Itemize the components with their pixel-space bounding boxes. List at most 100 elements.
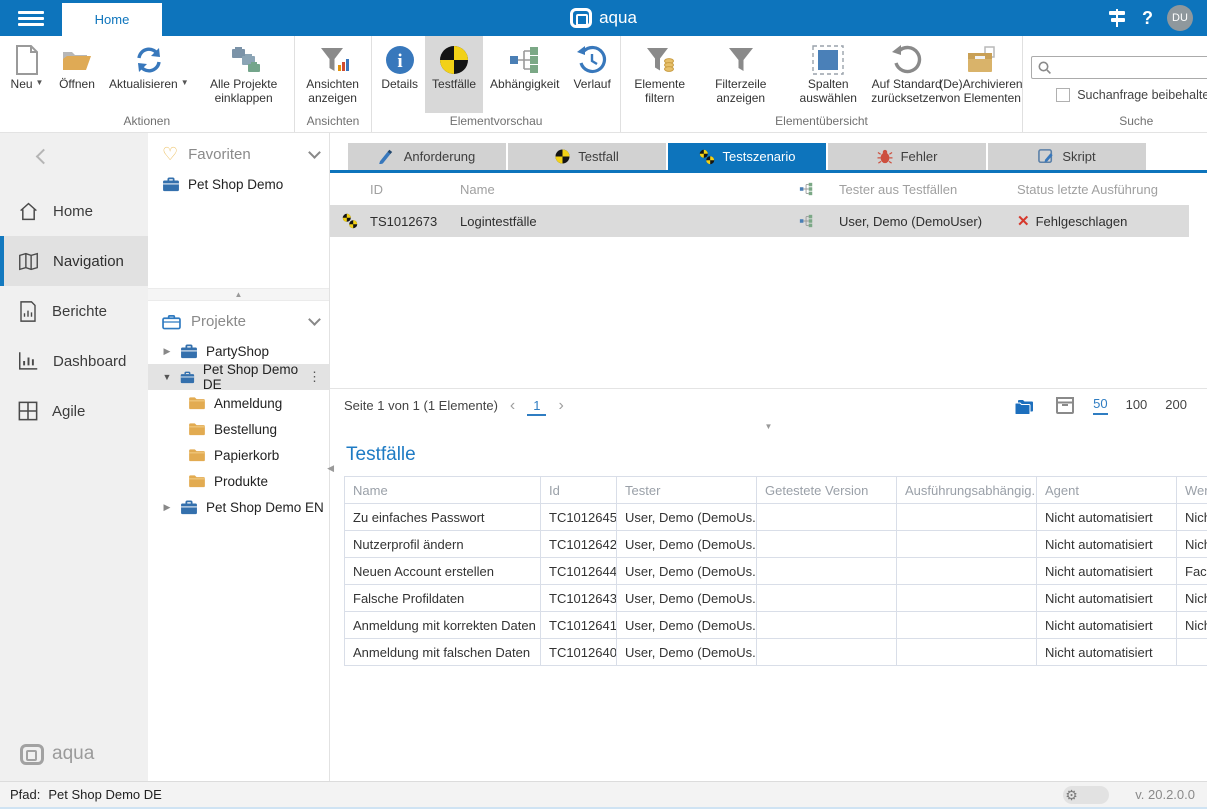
sidebar-collapse-icon[interactable] — [36, 149, 52, 165]
tab-fehler[interactable]: Fehler — [828, 143, 986, 170]
prev-page-icon[interactable]: ‹ — [506, 397, 519, 415]
testcase-id-link[interactable]: TC1012643 — [541, 585, 617, 612]
projects-panel: Projekte ▶ PartyShop ▼ Pet Shop Demo DE … — [148, 301, 329, 520]
col-id[interactable]: ID — [370, 182, 460, 197]
spalten-auswaehlen-button[interactable]: Spalten auswählen — [785, 36, 872, 113]
abhaengigkeit-button[interactable]: Abhängigkeit — [483, 36, 566, 113]
user-avatar[interactable]: DU — [1167, 5, 1193, 31]
briefcase-outline-icon — [162, 314, 181, 330]
failed-x-icon: ✕ — [1017, 212, 1030, 230]
col-id[interactable]: Id — [541, 477, 617, 504]
elemente-filtern-button[interactable]: Elemente filtern — [623, 36, 697, 113]
hamburger-menu-icon[interactable] — [0, 0, 62, 36]
testfaelle-button[interactable]: Testfälle — [425, 36, 483, 113]
favorites-title: Favoriten — [188, 146, 251, 163]
tab-testfall[interactable]: Testfall — [508, 143, 666, 170]
group-label-aktionen: Aktionen — [2, 113, 292, 132]
tab-skript[interactable]: Skript — [988, 143, 1146, 170]
archive-small-icon[interactable] — [1055, 396, 1075, 415]
kebab-menu-icon[interactable]: ⋮ — [308, 369, 321, 385]
ribbon-toolbar: Neu▼ Öffnen Aktualisieren▼ — [0, 36, 1207, 133]
signpost-icon[interactable] — [1106, 8, 1128, 28]
col-name[interactable]: Name — [460, 182, 773, 197]
col-tester[interactable]: Tester — [617, 477, 757, 504]
search-box[interactable]: ▼ — [1031, 56, 1207, 79]
table-row[interactable]: Anmeldung mit falschen DatenTC1012640Use… — [345, 639, 1207, 666]
col-wer[interactable]: Wer — [1177, 477, 1207, 504]
vertical-splitter-handle[interactable]: ◀ — [327, 463, 334, 474]
expander-collapsed-icon[interactable]: ▶ — [162, 502, 172, 513]
path-label: Pfad: — [10, 787, 40, 802]
help-icon[interactable]: ? — [1142, 8, 1153, 29]
tab-testszenario[interactable]: Testszenario — [668, 143, 826, 170]
details-button[interactable]: i Details — [374, 36, 425, 113]
table-row[interactable]: Nutzerprofil ändernTC1012642User, Demo (… — [345, 531, 1207, 558]
filterzeile-anzeigen-button[interactable]: Filterzeile anzeigen — [697, 36, 785, 113]
briefcase-icon — [180, 370, 195, 385]
oeffnen-button[interactable]: Öffnen — [52, 36, 102, 113]
testcase-id-link[interactable]: TC1012640 — [541, 639, 617, 666]
table-row[interactable]: Neuen Account erstellenTC1012644User, De… — [345, 558, 1207, 585]
heart-icon: ♡ — [162, 145, 178, 163]
col-tester[interactable]: Tester aus Testfällen — [839, 182, 1017, 197]
verlauf-button[interactable]: Verlauf — [566, 36, 617, 113]
table-row[interactable]: Zu einfaches PasswortTC1012645User, Demo… — [345, 504, 1207, 531]
testcase-id-link[interactable]: TC1012641 — [541, 612, 617, 639]
tree-item-anmeldung[interactable]: Anmeldung — [148, 390, 329, 416]
col-agent[interactable]: Agent — [1037, 477, 1177, 504]
page-size-200[interactable]: 200 — [1165, 397, 1187, 414]
next-page-icon[interactable]: › — [554, 397, 567, 415]
ansichten-anzeigen-button[interactable]: Ansichten anzeigen — [297, 36, 369, 113]
expander-expanded-icon[interactable]: ▼ — [162, 372, 172, 382]
auf-standard-zuruecksetzen-button[interactable]: Auf Standard zurücksetzen — [872, 36, 942, 113]
chevron-down-icon[interactable] — [308, 313, 321, 326]
table-row[interactable]: Anmeldung mit korrekten DatenTC1012641Us… — [345, 612, 1207, 639]
copy-folders-icon[interactable] — [1013, 396, 1037, 416]
new-file-icon — [14, 42, 40, 78]
sidebar-item-dashboard[interactable]: Dashboard — [0, 336, 148, 386]
crash-test-icon — [555, 149, 570, 164]
sidebar-item-berichte[interactable]: Berichte — [0, 286, 148, 336]
sidebar-item-agile[interactable]: Agile — [0, 386, 148, 436]
collapse-projects-icon — [226, 42, 262, 78]
page-number[interactable]: 1 — [527, 396, 546, 416]
alle-projekte-einklappen-button[interactable]: Alle Projekte einklappen — [196, 36, 292, 113]
tree-item-produkte[interactable]: Produkte — [148, 468, 329, 494]
page-size-100[interactable]: 100 — [1126, 397, 1148, 414]
keep-search-checkbox[interactable] — [1056, 88, 1070, 102]
chevron-down-icon[interactable] — [308, 146, 321, 159]
page-size-50[interactable]: 50 — [1093, 396, 1107, 415]
favorite-item-pet-shop-demo[interactable]: Pet Shop Demo — [148, 171, 329, 197]
search-input[interactable] — [1057, 61, 1207, 75]
col-dependency[interactable]: Ausführungsabhängig... — [897, 477, 1037, 504]
scenario-status: Fehlgeschlagen — [1036, 214, 1128, 229]
sidebar-item-home[interactable]: Home — [0, 186, 148, 236]
views-filter-icon — [317, 42, 349, 78]
horizontal-splitter[interactable]: ▼ — [330, 422, 1207, 434]
table-row[interactable]: Falsche ProfildatenTC1012643User, Demo (… — [345, 585, 1207, 612]
horizontal-splitter[interactable]: ▲ — [148, 288, 329, 301]
scenario-row[interactable]: TS1012673 Logintestfälle User, Demo (Dem… — [330, 205, 1189, 237]
testcase-id-link[interactable]: TC1012644 — [541, 558, 617, 585]
tree-item-partyshop[interactable]: ▶ PartyShop — [148, 338, 329, 364]
tree-item-bestellung[interactable]: Bestellung — [148, 416, 329, 442]
tab-anforderung[interactable]: Anforderung — [348, 143, 506, 170]
settings-toggle[interactable]: ⚙ — [1063, 786, 1109, 804]
expander-collapsed-icon[interactable]: ▶ — [162, 346, 172, 357]
aktualisieren-button[interactable]: Aktualisieren▼ — [102, 36, 196, 113]
tree-item-pet-shop-demo-de[interactable]: ▼ Pet Shop Demo DE ⋮ — [148, 364, 329, 390]
scenario-id: TS1012673 — [370, 214, 460, 229]
neu-button[interactable]: Neu▼ — [2, 36, 52, 113]
tab-home[interactable]: Home — [62, 3, 162, 36]
bug-icon — [877, 149, 893, 164]
col-status[interactable]: Status letzte Ausführung — [1017, 182, 1189, 197]
tree-item-pet-shop-demo-en[interactable]: ▶ Pet Shop Demo EN — [148, 494, 329, 520]
sidebar-item-navigation[interactable]: Navigation — [0, 236, 148, 286]
col-name[interactable]: Name — [345, 477, 541, 504]
testcase-id-link[interactable]: TC1012642 — [541, 531, 617, 558]
crash-test-icon — [439, 42, 469, 78]
tree-item-papierkorb[interactable]: Papierkorb — [148, 442, 329, 468]
col-version[interactable]: Getestete Version — [757, 477, 897, 504]
de-archivieren-button[interactable]: (De)Archivieren von Elementen — [942, 36, 1021, 113]
testcase-id-link[interactable]: TC1012645 — [541, 504, 617, 531]
